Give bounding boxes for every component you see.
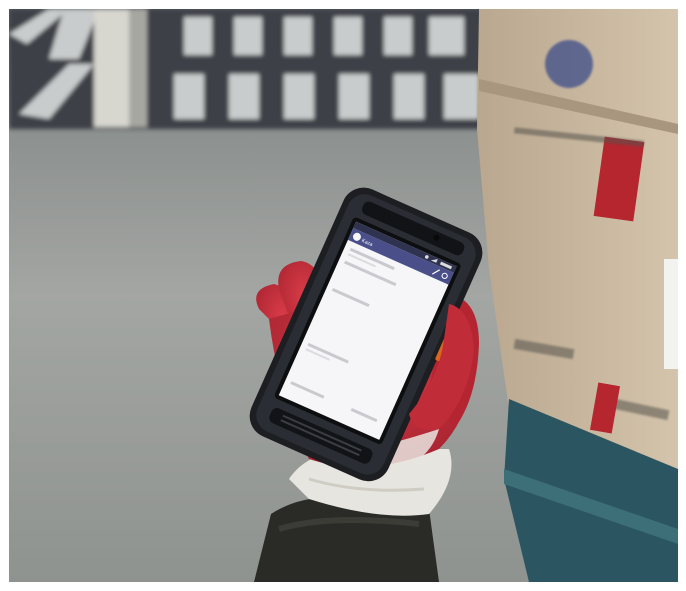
scene: Kaza — [9, 9, 678, 582]
crosswalk-markings — [9, 9, 489, 129]
photograph: Kaza — [9, 9, 678, 582]
